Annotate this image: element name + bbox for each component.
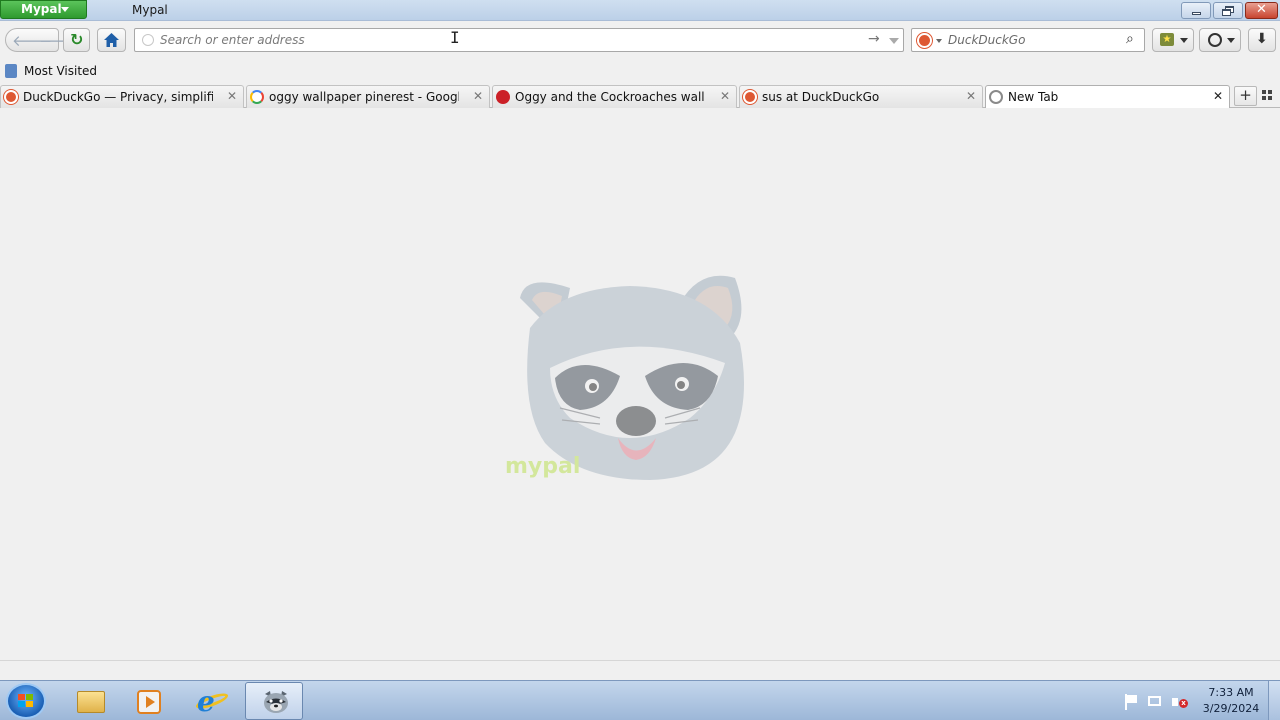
start-button[interactable] [6, 683, 46, 719]
grid-icon [1262, 90, 1266, 94]
taskbar-ie-button[interactable]: e [183, 682, 241, 720]
text-cursor-icon: I [450, 28, 460, 47]
reload-icon: ↻ [70, 30, 84, 49]
duckduckgo-engine-icon[interactable] [917, 33, 932, 48]
plus-icon: + [1239, 86, 1252, 104]
action-center-flag-icon[interactable] [1123, 694, 1139, 710]
tab-label: oggy wallpaper pinerest - Google Se... [269, 90, 459, 104]
mypal-watermark-text: mypal [505, 454, 580, 479]
taskbar-explorer-button[interactable] [60, 682, 118, 720]
restore-icon-back [1222, 9, 1231, 16]
engine-dropdown-icon[interactable] [936, 39, 942, 43]
app-menu-button[interactable]: Mypal [0, 0, 87, 19]
clock-date: 3/29/2024 [1202, 702, 1260, 715]
bookmarks-toolbar: Most Visited [0, 60, 1280, 84]
app-menu-label: Mypal [21, 2, 62, 16]
list-all-tabs-button[interactable] [1262, 90, 1276, 104]
status-area [0, 660, 1280, 680]
tab-label: DuckDuckGo — Privacy, simplified. [23, 90, 213, 104]
history-dropdown-icon[interactable] [889, 38, 899, 44]
search-input[interactable] [948, 31, 1118, 49]
volume-muted-icon[interactable]: x [1171, 694, 1188, 710]
raccoon-mascot-image: mypal [505, 275, 744, 480]
clock-icon [1208, 33, 1222, 47]
home-button[interactable] [97, 28, 126, 52]
media-player-icon [137, 690, 161, 714]
system-clock[interactable]: 7:33 AM 3/29/2024 [1196, 685, 1266, 717]
chevron-down-icon [1180, 38, 1188, 43]
globe-icon [989, 90, 1003, 104]
tab-new-tab[interactable]: New Tab ✕ [985, 85, 1230, 109]
search-icon[interactable]: ⌕ [1126, 31, 1134, 47]
chevron-down-icon [1227, 38, 1235, 43]
taskbar-media-player-button[interactable] [118, 682, 176, 720]
restore-button[interactable] [1213, 2, 1243, 19]
close-tab-icon[interactable]: ✕ [227, 89, 237, 103]
windows-taskbar: e x 7:33 AM 3/29/2024 [0, 680, 1280, 720]
close-tab-icon[interactable]: ✕ [720, 89, 730, 103]
bookmarks-folder-icon [5, 64, 17, 78]
close-window-button[interactable]: ✕ [1245, 2, 1278, 19]
clock-time: 7:33 AM [1208, 686, 1254, 699]
folder-icon [77, 691, 105, 713]
tab-duckduckgo[interactable]: DuckDuckGo — Privacy, simplified. ✕ [0, 85, 244, 108]
history-button[interactable] [1199, 28, 1241, 52]
close-tab-icon[interactable]: ✕ [966, 89, 976, 103]
close-tab-icon[interactable]: ✕ [473, 89, 483, 103]
back-forward-group: 🡐 🡒 [5, 28, 79, 52]
downloads-button[interactable]: ⬇ [1248, 28, 1276, 52]
bookmark-most-visited[interactable]: Most Visited [24, 64, 97, 78]
duckduckgo-icon [4, 90, 18, 104]
tab-pinterest[interactable]: Oggy and the Cockroaches wallpape... ✕ [492, 85, 737, 108]
tab-label: Oggy and the Cockroaches wallpape... [515, 90, 705, 104]
tab-sus-duckduckgo[interactable]: sus at DuckDuckGo ✕ [739, 85, 983, 108]
minimize-button[interactable] [1181, 2, 1211, 19]
download-arrow-icon: ⬇ [1256, 31, 1268, 47]
tab-label: sus at DuckDuckGo [762, 90, 880, 104]
close-tab-icon[interactable]: ✕ [1213, 89, 1223, 103]
go-arrow-icon[interactable]: → [868, 31, 880, 47]
pinterest-icon [496, 90, 510, 104]
google-icon [250, 90, 264, 104]
raccoon-icon [264, 691, 288, 713]
tab-google-search[interactable]: oggy wallpaper pinerest - Google Se... ✕ [246, 85, 490, 108]
identity-globe-icon[interactable] [142, 34, 154, 46]
minimize-icon [1192, 12, 1201, 15]
address-input[interactable] [160, 31, 860, 49]
reload-button[interactable]: ↻ [63, 28, 90, 52]
ie-icon: e [197, 685, 215, 718]
window-title: Mypal [132, 3, 168, 17]
tab-label: New Tab [1008, 90, 1059, 104]
title-bar: Mypal Mypal ✕ [0, 0, 1280, 21]
show-desktop-button[interactable] [1268, 681, 1280, 720]
new-tab-button[interactable]: + [1234, 86, 1257, 106]
taskbar-mypal-button[interactable] [245, 682, 303, 720]
close-icon: ✕ [1256, 2, 1267, 17]
tab-strip: DuckDuckGo — Privacy, simplified. ✕ oggy… [0, 84, 1280, 109]
navigation-toolbar: 🡐 🡒 ↻ → ⌕ ★ ⬇ [0, 21, 1280, 60]
network-icon[interactable] [1147, 694, 1163, 710]
home-icon [104, 33, 119, 47]
bookmark-star-icon: ★ [1160, 33, 1174, 46]
address-bar[interactable]: → [134, 28, 904, 52]
windows-logo-icon [18, 694, 34, 708]
bookmarks-menu-button[interactable]: ★ [1152, 28, 1194, 52]
new-tab-page: mypal [0, 108, 1280, 660]
duckduckgo-icon [743, 90, 757, 104]
app-menu-caret-icon [61, 7, 69, 12]
search-bar[interactable]: ⌕ [911, 28, 1145, 52]
